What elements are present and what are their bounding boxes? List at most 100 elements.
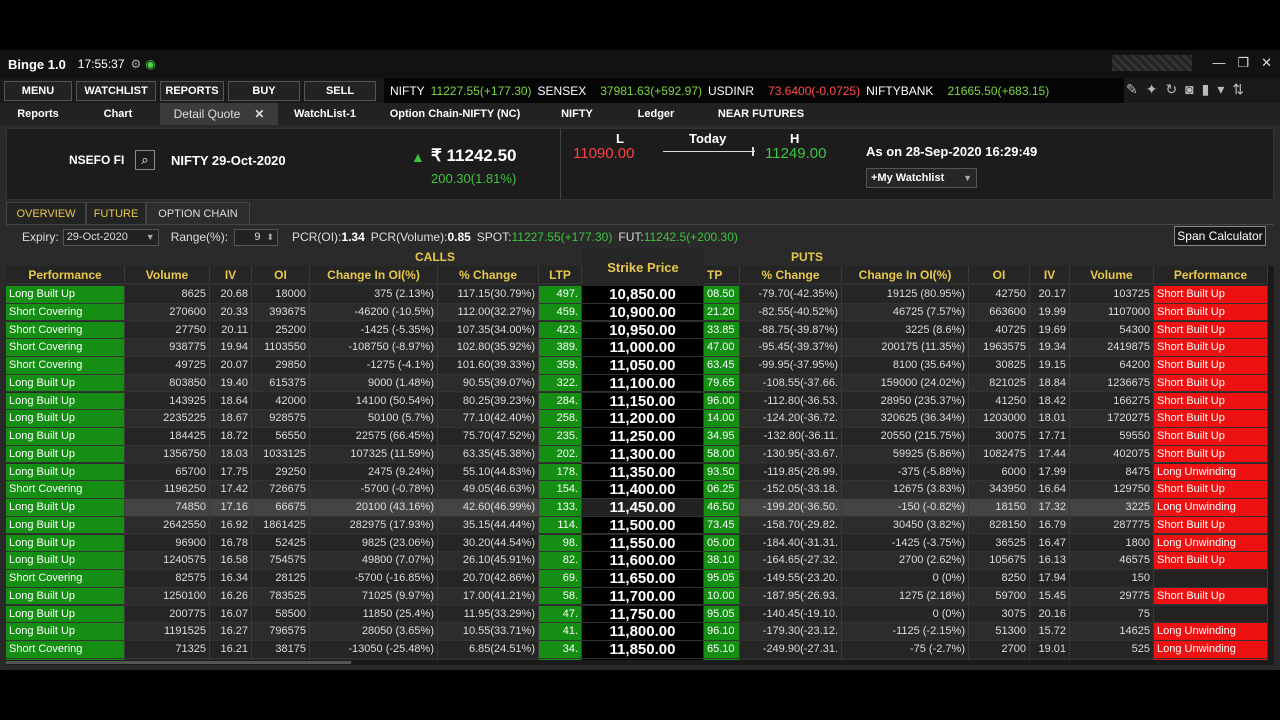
cell-calls-ltp[interactable]: 322.: [539, 374, 582, 393]
cell-strike-price[interactable]: 11,750.00: [582, 605, 704, 624]
cell-puts-iv[interactable]: 19.34: [1030, 339, 1070, 357]
table-row[interactable]: Long Built Up 2642550 16.92 1861425 282975 (…: [6, 516, 1274, 535]
cell-strike-price[interactable]: 11,350.00: [582, 463, 704, 482]
cell-calls-oi[interactable]: 66675: [252, 499, 310, 517]
cell-strike-price[interactable]: 11,200.00: [582, 410, 704, 428]
cell-calls-pct-change[interactable]: 49.05(46.63%): [438, 481, 539, 499]
cell-puts-change-oi[interactable]: 20550 (215.75%): [842, 428, 969, 446]
cell-calls-ltp[interactable]: 459.: [539, 303, 582, 322]
buy-button[interactable]: BUY: [228, 80, 300, 101]
cell-calls-oi[interactable]: 1103550: [252, 339, 310, 357]
cell-puts-iv[interactable]: 18.01: [1030, 410, 1070, 428]
cell-strike-price[interactable]: 11,450.00: [582, 499, 704, 517]
table-row[interactable]: Long Built Up 1250100 16.26 783525 71025 (9.…: [6, 587, 1274, 606]
cell-calls-oi[interactable]: 52425: [252, 534, 310, 553]
cell-calls-volume[interactable]: 1196250: [125, 481, 210, 499]
cell-calls-iv[interactable]: 16.21: [210, 641, 252, 659]
cell-puts-oi[interactable]: 828150: [969, 516, 1030, 535]
cell-puts-pct-change[interactable]: -88.75(-39.87%): [740, 321, 842, 340]
cell-puts-performance[interactable]: Short Built Up: [1154, 303, 1268, 322]
cell-puts-pct-change[interactable]: -124.20(-36.72.: [740, 410, 842, 428]
cell-puts-oi[interactable]: 105675: [969, 552, 1030, 570]
table-row[interactable]: Long Built Up 1191525 16.27 796575 28050 (3.…: [6, 623, 1274, 641]
cell-calls-volume[interactable]: 938775: [125, 339, 210, 357]
cell-puts-volume[interactable]: 525: [1070, 641, 1154, 659]
cell-calls-oi[interactable]: 38175: [252, 641, 310, 659]
cell-calls-performance[interactable]: Short Covering: [6, 303, 125, 322]
cell-strike-price[interactable]: 11,700.00: [582, 587, 704, 606]
cell-calls-pct-change[interactable]: 26.10(45.91%): [438, 552, 539, 570]
cell-calls-iv[interactable]: 18.67: [210, 410, 252, 428]
tab-option-chain-sub[interactable]: OPTION CHAIN: [146, 202, 250, 224]
cell-calls-volume[interactable]: 27750: [125, 321, 210, 340]
spinner-icon[interactable]: ⬍: [267, 232, 275, 243]
cell-puts-ltp[interactable]: 08.50: [704, 286, 740, 304]
table-row[interactable]: Long Built Up 74850 17.16 66675 20100 (43.16…: [6, 499, 1274, 517]
cell-puts-change-oi[interactable]: 0 (0%): [842, 570, 969, 588]
cell-puts-volume[interactable]: 75: [1070, 605, 1154, 624]
cell-puts-ltp[interactable]: 95.05: [704, 570, 740, 588]
cell-calls-volume[interactable]: 71325: [125, 641, 210, 659]
cell-calls-oi[interactable]: 393675: [252, 303, 310, 322]
cell-puts-performance[interactable]: Short Built Up: [1154, 587, 1268, 606]
cell-calls-pct-change[interactable]: 102.80(35.92%): [438, 339, 539, 357]
table-row[interactable]: Long Built Up 184425 18.72 56550 22575 (66.4…: [6, 428, 1274, 446]
table-row[interactable]: Long Built Up 2235225 18.67 928575 50100 (5.…: [6, 410, 1274, 428]
cell-calls-change-oi[interactable]: -46200 (-10.5%): [310, 303, 438, 322]
cell-puts-oi[interactable]: 18150: [969, 499, 1030, 517]
cell-calls-volume[interactable]: 270600: [125, 303, 210, 322]
cell-puts-oi[interactable]: 821025: [969, 374, 1030, 393]
cell-puts-pct-change[interactable]: -112.80(-36.53.: [740, 392, 842, 411]
cell-calls-performance[interactable]: Long Built Up: [6, 623, 125, 641]
menu-button[interactable]: MENU: [4, 80, 72, 101]
cell-puts-oi[interactable]: 30075: [969, 428, 1030, 446]
cell-puts-pct-change[interactable]: -249.90(-27.31.: [740, 641, 842, 659]
cell-calls-iv[interactable]: 16.07: [210, 605, 252, 624]
cell-puts-performance[interactable]: Short Built Up: [1154, 286, 1268, 304]
cell-calls-iv[interactable]: 20.07: [210, 357, 252, 375]
cell-puts-iv[interactable]: 17.99: [1030, 463, 1070, 482]
cell-puts-pct-change[interactable]: -158.70(-29.82.: [740, 516, 842, 535]
cell-calls-change-oi[interactable]: 11850 (25.4%): [310, 605, 438, 624]
cell-puts-iv[interactable]: 17.44: [1030, 445, 1070, 464]
cell-calls-iv[interactable]: 17.16: [210, 499, 252, 517]
cell-puts-performance[interactable]: Short Built Up: [1154, 481, 1268, 499]
cell-strike-price[interactable]: 11,500.00: [582, 516, 704, 535]
cell-calls-performance[interactable]: Long Built Up: [6, 374, 125, 393]
tab-future[interactable]: FUTURE: [86, 202, 146, 224]
cell-calls-iv[interactable]: 16.78: [210, 534, 252, 553]
cell-puts-change-oi[interactable]: -1125 (-2.15%): [842, 623, 969, 641]
cell-calls-volume[interactable]: 1240575: [125, 552, 210, 570]
cell-calls-performance[interactable]: Long Built Up: [6, 428, 125, 446]
edit-icon[interactable]: ✎: [1126, 81, 1138, 98]
cell-calls-oi[interactable]: 42000: [252, 392, 310, 411]
close-icon[interactable]: ✕: [1261, 55, 1272, 71]
cell-calls-change-oi[interactable]: -13050 (-25.48%): [310, 641, 438, 659]
cell-calls-performance[interactable]: Long Built Up: [6, 587, 125, 606]
tab-nifty[interactable]: NIFTY: [538, 103, 616, 125]
cell-puts-performance[interactable]: Short Built Up: [1154, 410, 1268, 428]
cell-puts-ltp[interactable]: 34.95: [704, 428, 740, 446]
cell-calls-change-oi[interactable]: 282975 (17.93%): [310, 516, 438, 535]
cell-puts-pct-change[interactable]: -119.85(-28.99.: [740, 463, 842, 482]
cell-calls-iv[interactable]: 18.64: [210, 392, 252, 411]
cell-puts-volume[interactable]: 29775: [1070, 587, 1154, 606]
cell-calls-oi[interactable]: 29850: [252, 357, 310, 375]
cell-calls-volume[interactable]: 184425: [125, 428, 210, 446]
cell-calls-change-oi[interactable]: -5700 (-16.85%): [310, 570, 438, 588]
cell-puts-iv[interactable]: 17.32: [1030, 499, 1070, 517]
cell-calls-performance[interactable]: Long Built Up: [6, 552, 125, 570]
cell-calls-performance[interactable]: Long Built Up: [6, 534, 125, 553]
cell-puts-performance[interactable]: Short Built Up: [1154, 357, 1268, 375]
cell-calls-iv[interactable]: 16.34: [210, 570, 252, 588]
cell-calls-ltp[interactable]: 133.: [539, 499, 582, 517]
cell-strike-price[interactable]: 11,550.00: [582, 534, 704, 553]
cell-puts-volume[interactable]: 1107000: [1070, 303, 1154, 322]
cell-puts-iv[interactable]: 18.42: [1030, 392, 1070, 411]
cell-calls-oi[interactable]: 56550: [252, 428, 310, 446]
cell-puts-iv[interactable]: 15.45: [1030, 587, 1070, 606]
cell-calls-performance[interactable]: Long Built Up: [6, 286, 125, 304]
cell-calls-change-oi[interactable]: 28050 (3.65%): [310, 623, 438, 641]
sort-icon[interactable]: ⇅: [1232, 81, 1244, 98]
cell-calls-performance[interactable]: Short Covering: [6, 339, 125, 357]
